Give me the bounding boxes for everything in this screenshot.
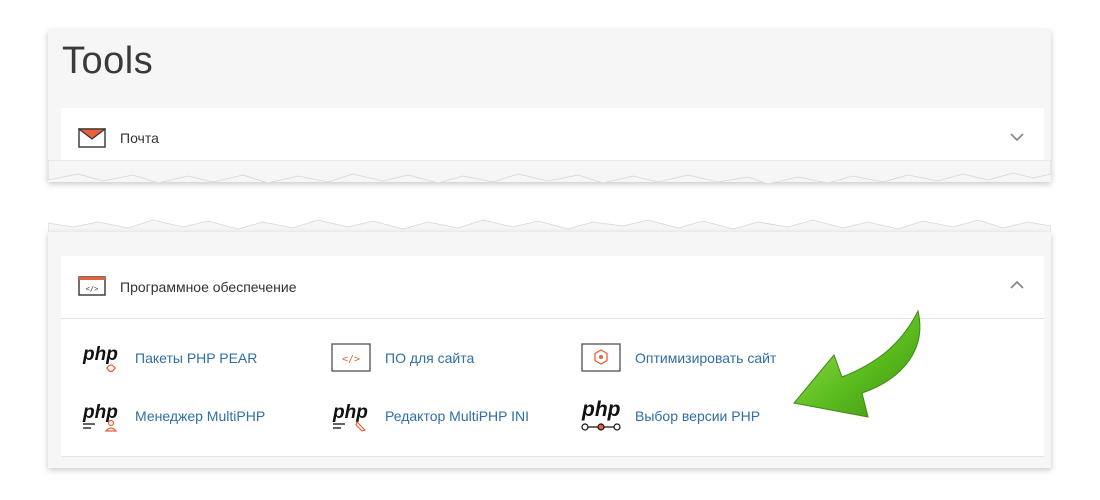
tool-multiphp-manager[interactable]: php Менеджер MultiPHP xyxy=(81,396,311,436)
tool-label: Менеджер MultiPHP xyxy=(135,408,266,424)
svg-text:php: php xyxy=(581,398,621,421)
site-software-icon: </> xyxy=(331,343,371,372)
php-pear-icon: php xyxy=(82,344,118,373)
svg-text:php: php xyxy=(82,344,118,365)
chevron-up-icon[interactable] xyxy=(1010,280,1024,290)
tool-php-version-selector[interactable]: php Выбор версии PHP xyxy=(581,396,811,436)
torn-edge xyxy=(48,160,1051,185)
page-title: Tools xyxy=(62,40,154,82)
chevron-down-icon[interactable] xyxy=(1010,132,1024,142)
php-ini-editor-icon: php xyxy=(332,402,368,432)
software-section-label: Программное обеспечение xyxy=(120,279,297,295)
tool-label: Редактор MultiPHP INI xyxy=(385,408,530,424)
tool-label: Оптимизировать сайт xyxy=(635,350,777,366)
tool-optimize-site[interactable]: Оптимизировать сайт xyxy=(581,338,811,378)
php-manager-icon: php xyxy=(82,402,118,432)
tool-php-pear[interactable]: php Пакеты PHP PEAR xyxy=(81,338,311,378)
tool-site-software[interactable]: </> ПО для сайта xyxy=(331,338,561,378)
php-version-selector-icon: php xyxy=(581,398,621,431)
svg-text:</>: </> xyxy=(342,354,360,365)
tool-label: Выбор версии PHP xyxy=(635,408,761,424)
svg-text:php: php xyxy=(82,402,118,423)
tool-multiphp-ini-editor[interactable]: php Редактор MultiPHP INI xyxy=(331,396,561,436)
mail-section-header[interactable]: Почта xyxy=(61,108,1044,168)
envelope-icon xyxy=(78,128,106,148)
optimize-site-icon xyxy=(581,343,621,372)
tool-label: Пакеты PHP PEAR xyxy=(135,350,258,366)
mail-section-label: Почта xyxy=(120,130,159,146)
code-window-icon: </> xyxy=(78,276,106,296)
tool-label: ПО для сайта xyxy=(385,350,475,366)
green-arrow-annotation xyxy=(793,309,921,418)
svg-text:</>: </> xyxy=(86,285,99,293)
svg-text:php: php xyxy=(332,402,368,423)
